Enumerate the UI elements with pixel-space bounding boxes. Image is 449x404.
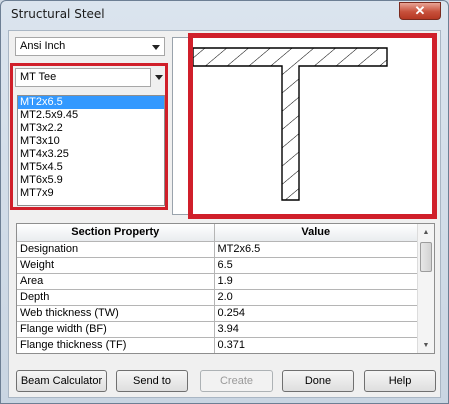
properties-table: Section Property Value Designation MT2x6.… (17, 224, 418, 353)
list-item[interactable]: MT5x4.5 (18, 161, 164, 174)
property-value-cell: 0.254 (214, 305, 418, 322)
column-header-value[interactable]: Value (214, 224, 418, 242)
section-properties-grid[interactable]: Section Property Value Designation MT2x6.… (16, 223, 435, 354)
shape-size-list[interactable]: MT2x6.5 MT2.5x9.45 MT3x2.2 MT3x10 MT4x3.25 MT… (17, 95, 165, 206)
create-button[interactable]: Create (200, 370, 273, 392)
property-name-cell: Web thickness (TW) (17, 305, 215, 322)
window-title: Structural Steel (11, 7, 105, 21)
structural-steel-window: Structural Steel ✕ Ansi Inch MT Tee MT2x… (0, 0, 449, 404)
table-row[interactable]: Flange thickness (TF) 0.371 (17, 337, 418, 353)
table-row[interactable]: Depth 2.0 (17, 289, 418, 306)
help-button[interactable]: Help (364, 370, 436, 392)
close-button[interactable]: ✕ (399, 2, 441, 20)
scroll-up-icon[interactable]: ▲ (418, 224, 434, 240)
standard-select[interactable]: Ansi Inch (15, 37, 165, 56)
column-header-section-property[interactable]: Section Property (17, 224, 215, 242)
preview-highlight (188, 33, 437, 219)
chevron-down-icon[interactable] (155, 75, 163, 80)
list-item[interactable]: MT7x9 (18, 187, 164, 200)
property-value-cell: MT2x6.5 (214, 241, 418, 258)
table-row[interactable]: Designation MT2x6.5 (17, 241, 418, 258)
property-value-cell: 2.0 (214, 289, 418, 306)
close-icon: ✕ (414, 3, 426, 18)
done-button[interactable]: Done (282, 370, 354, 392)
property-name-cell: Designation (17, 241, 215, 258)
beam-calculator-button[interactable]: Beam Calculator (16, 370, 107, 392)
property-name-cell: Weight (17, 257, 215, 274)
property-name-cell: Depth (17, 289, 215, 306)
list-item[interactable]: MT3x10 (18, 135, 164, 148)
property-name-cell: Flange thickness (TF) (17, 337, 215, 353)
table-header-row: Section Property Value (17, 224, 418, 242)
list-item[interactable]: MT3x2.2 (18, 122, 164, 135)
chevron-down-icon (152, 45, 160, 50)
shape-type-select-value: MT Tee (20, 71, 57, 83)
table-row[interactable]: Weight 6.5 (17, 257, 418, 274)
scroll-down-icon[interactable]: ▼ (418, 337, 434, 353)
scrollbar-thumb[interactable] (420, 242, 432, 272)
send-to-button[interactable]: Send to (116, 370, 188, 392)
list-item[interactable]: MT2.5x9.45 (18, 109, 164, 122)
vertical-scrollbar[interactable]: ▲ ▼ (417, 224, 434, 353)
list-item[interactable]: MT6x5.9 (18, 174, 164, 187)
table-row[interactable]: Flange width (BF) 3.94 (17, 321, 418, 338)
property-name-cell: Flange width (BF) (17, 321, 215, 338)
property-value-cell: 1.9 (214, 273, 418, 290)
property-name-cell: Area (17, 273, 215, 290)
table-row[interactable]: Web thickness (TW) 0.254 (17, 305, 418, 322)
shape-type-select[interactable]: MT Tee (15, 68, 151, 87)
standard-select-value: Ansi Inch (20, 40, 66, 52)
list-item[interactable]: MT4x3.25 (18, 148, 164, 161)
property-value-cell: 3.94 (214, 321, 418, 338)
dialog-client-area: Ansi Inch MT Tee MT2x6.5 MT2.5x9.45 MT3x2.… (8, 30, 441, 398)
table-row[interactable]: Area 1.9 (17, 273, 418, 290)
property-value-cell: 6.5 (214, 257, 418, 274)
property-value-cell: 0.371 (214, 337, 418, 353)
title-bar: Structural Steel ✕ (1, 1, 448, 29)
list-item[interactable]: MT2x6.5 (18, 96, 164, 109)
